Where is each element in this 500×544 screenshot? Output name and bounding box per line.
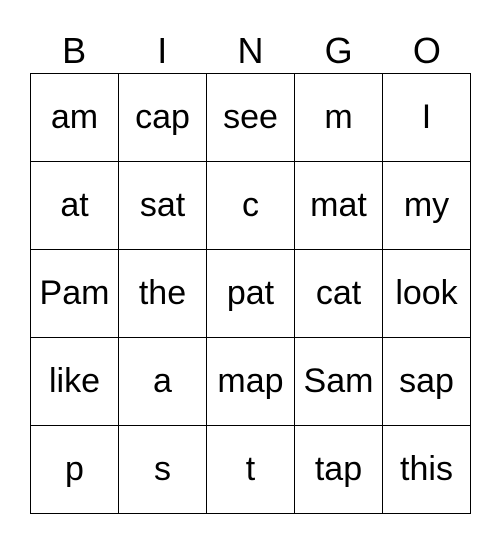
bingo-cell: tap — [295, 426, 383, 514]
bingo-cell: cat — [295, 250, 383, 338]
bingo-cell: I — [383, 74, 471, 162]
bingo-cell: Pam — [31, 250, 119, 338]
bingo-cell: cap — [119, 74, 207, 162]
bingo-cell: Sam — [295, 338, 383, 426]
bingo-cell: the — [119, 250, 207, 338]
bingo-header: B I N G O — [30, 28, 471, 74]
bingo-cell: pat — [207, 250, 295, 338]
bingo-cell: am — [31, 74, 119, 162]
bingo-cell: my — [383, 162, 471, 250]
header-letter-b: B — [62, 30, 87, 71]
bingo-cell: t — [207, 426, 295, 514]
bingo-cell: map — [207, 338, 295, 426]
bingo-cell: like — [31, 338, 119, 426]
bingo-cell: this — [383, 426, 471, 514]
bingo-cell: at — [31, 162, 119, 250]
bingo-grid: am cap see m Iat sat c mat my Pam the pat cat look lik… — [30, 73, 471, 514]
bingo-cell: m — [295, 74, 383, 162]
header-letter-g: G — [324, 30, 353, 71]
bingo-cell: a — [119, 338, 207, 426]
header-letter-n: N — [237, 30, 264, 71]
header-letter-i: I — [157, 30, 168, 71]
bingo-cell: c — [207, 162, 295, 250]
bingo-cell: mat — [295, 162, 383, 250]
bingo-cell: sat — [119, 162, 207, 250]
bingo-cell: look — [383, 250, 471, 338]
header-letter-o: O — [412, 30, 441, 71]
bingo-cell: sap — [383, 338, 471, 426]
bingo-cell: p — [31, 426, 119, 514]
bingo-cell: s — [119, 426, 207, 514]
bingo-cell: see — [207, 74, 295, 162]
